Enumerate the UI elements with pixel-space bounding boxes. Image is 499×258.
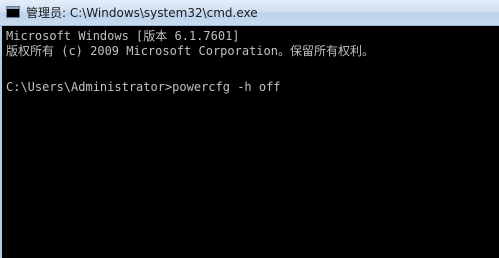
console-line-version: Microsoft Windows [版本 6.1.7601] [6,29,240,43]
cmd-icon-cap [7,7,19,9]
cmd-icon[interactable] [6,6,20,18]
title-bar[interactable]: 管理员: C:\Windows\system32\cmd.exe [0,0,499,26]
window-title: 管理员: C:\Windows\system32\cmd.exe [26,6,258,20]
console-area[interactable]: Microsoft Windows [版本 6.1.7601] 版权所有 (c)… [2,26,499,258]
cmd-window: 管理员: C:\Windows\system32\cmd.exe Microso… [0,0,499,258]
console-line-command[interactable]: C:\Users\Administrator>powercfg -h off [6,80,281,94]
console-line-copyright: 版权所有 (c) 2009 Microsoft Corporation。保留所有… [6,44,374,58]
